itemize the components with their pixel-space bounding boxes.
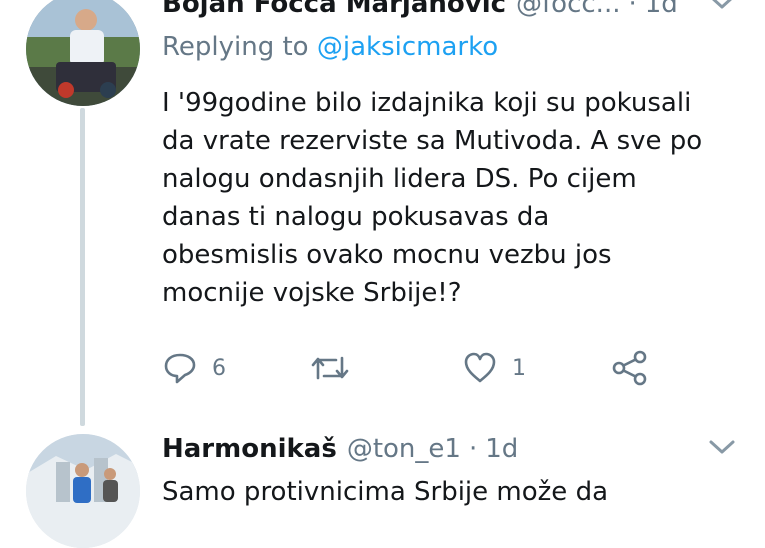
retweet-icon bbox=[310, 350, 350, 386]
replying-to-label: Replying to bbox=[162, 32, 309, 62]
avatar[interactable] bbox=[26, 434, 140, 548]
tweet-actions: 6 1 bbox=[162, 350, 662, 390]
tweet-text-line: da vrate rezerviste sa Mutivoda. A sve p… bbox=[162, 126, 703, 156]
tweet-text-line: I '99godine bilo izdajnika koji su pokus… bbox=[162, 88, 692, 118]
display-name[interactable]: Bojan Focca Marjanović bbox=[162, 0, 506, 19]
display-name[interactable]: Harmonikaš bbox=[162, 434, 337, 464]
replying-to: Replying to @jaksicmarko bbox=[162, 32, 498, 62]
heart-icon bbox=[462, 350, 498, 386]
chevron-down-icon[interactable] bbox=[707, 0, 737, 19]
separator-dot: · bbox=[628, 0, 637, 19]
reply-icon bbox=[162, 350, 198, 386]
tweet[interactable]: Bojan Focca Marjanović @focc... · 1d Rep… bbox=[0, 0, 765, 420]
reply-count: 6 bbox=[212, 355, 226, 381]
tweet-text: Samo protivnicima Srbije može da bbox=[162, 473, 752, 511]
tweet-text: I '99godine bilo izdajnika koji su pokus… bbox=[162, 84, 752, 312]
mention-link[interactable]: @jaksicmarko bbox=[317, 32, 498, 62]
tweet-text-line: Samo protivnicima Srbije može da bbox=[162, 477, 608, 507]
handle[interactable]: @ton_e1 bbox=[347, 434, 461, 464]
separator-dot: · bbox=[468, 434, 478, 464]
like-count: 1 bbox=[512, 355, 526, 381]
tweet-text-line: mocnije vojske Srbije!? bbox=[162, 278, 462, 308]
tweet-header: Harmonikaš @ton_e1 · 1d bbox=[162, 429, 765, 469]
timestamp[interactable]: 1d bbox=[645, 0, 678, 19]
tweet-text-line: nalogu ondasnjih lidera DS. Po cijem bbox=[162, 164, 637, 194]
timestamp[interactable]: 1d bbox=[485, 434, 518, 464]
reply-button[interactable]: 6 bbox=[162, 350, 226, 386]
share-icon bbox=[610, 350, 650, 386]
retweet-button[interactable] bbox=[310, 350, 364, 386]
tweet-header: Bojan Focca Marjanović @focc... · 1d bbox=[162, 0, 765, 24]
like-button[interactable]: 1 bbox=[462, 350, 526, 386]
avatar[interactable] bbox=[26, 0, 140, 106]
handle[interactable]: @focc... bbox=[516, 0, 620, 19]
tweet[interactable]: Harmonikaš @ton_e1 · 1d Samo protivnicim… bbox=[0, 420, 765, 548]
share-button[interactable] bbox=[610, 350, 650, 386]
tweet-text-line: danas ti nalogu pokusavas da bbox=[162, 202, 550, 232]
chevron-down-icon[interactable] bbox=[707, 434, 737, 464]
tweet-text-line: obesmislis ovako mocnu vezbu jos bbox=[162, 240, 612, 270]
